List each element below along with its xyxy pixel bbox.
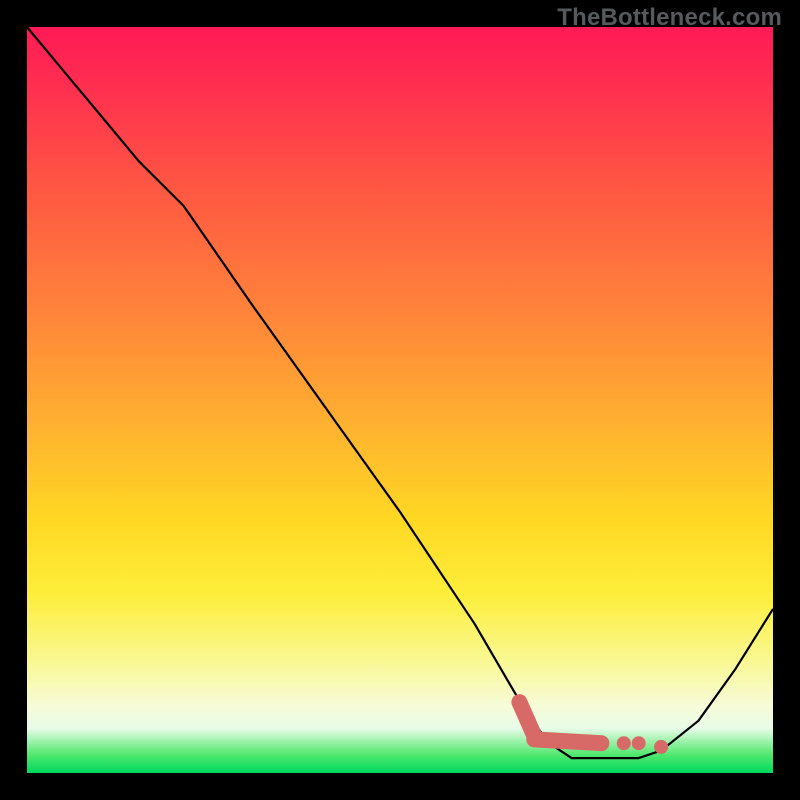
plot-area: [27, 27, 773, 773]
highlight-dot-0: [617, 736, 631, 750]
highlight-dot-1: [632, 736, 646, 750]
chart-frame: TheBottleneck.com: [0, 0, 800, 800]
curve-svg: [27, 27, 773, 773]
bottleneck-curve: [27, 27, 773, 758]
highlight-group: [519, 702, 668, 754]
highlight-seg-1: [534, 739, 601, 743]
highlight-dot-2: [654, 740, 668, 754]
watermark-text: TheBottleneck.com: [557, 4, 782, 32]
highlight-seg-0: [519, 702, 534, 736]
